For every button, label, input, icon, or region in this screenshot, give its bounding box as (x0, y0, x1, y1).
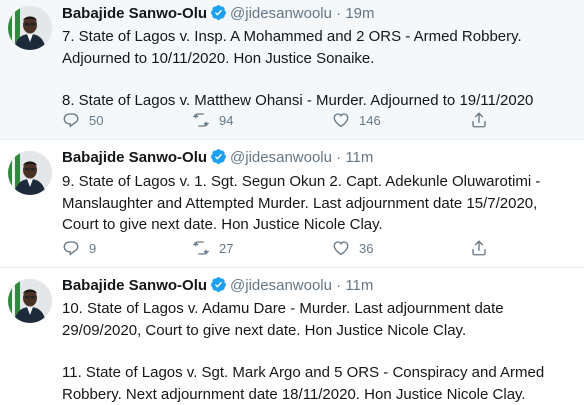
avatar[interactable] (8, 279, 52, 323)
reply-icon (62, 239, 80, 257)
avatar[interactable] (8, 6, 52, 50)
separator-dot: · (336, 5, 341, 22)
tweet-text: 10. State of Lagos v. Adamu Dare - Murde… (62, 298, 567, 405)
retweet-icon (192, 111, 210, 129)
like-count: 36 (359, 241, 373, 256)
retweet-icon (192, 239, 210, 257)
avatar[interactable] (8, 151, 52, 195)
tweet-line: 7. State of Lagos v. Insp. A Mohammed an… (62, 26, 567, 48)
retweet-button[interactable]: 27 (192, 238, 233, 258)
verified-badge-icon (210, 148, 227, 171)
tweet-time[interactable]: 11m (345, 277, 373, 294)
author-handle[interactable]: @jidesanwoolu (230, 277, 332, 294)
reply-count: 9 (89, 241, 96, 256)
tweet-time[interactable]: 19m (345, 5, 374, 22)
like-icon (332, 239, 350, 257)
retweet-button[interactable]: 94 (192, 110, 233, 130)
tweet-text: 7. State of Lagos v. Insp. A Mohammed an… (62, 26, 567, 112)
author-name[interactable]: Babajide Sanwo-Olu (62, 149, 207, 166)
share-button[interactable] (470, 238, 488, 258)
tweet-line: 8. State of Lagos v. Matthew Ohansi - Mu… (62, 90, 567, 112)
tweet-time[interactable]: 11m (345, 149, 373, 166)
retweet-count: 94 (219, 113, 233, 128)
paragraph-gap (62, 69, 567, 90)
separator-dot: · (336, 149, 341, 166)
share-button[interactable] (470, 110, 488, 130)
verified-badge-icon (210, 4, 227, 27)
tweet-header: Babajide Sanwo-Olu @jidesanwoolu · 19m (62, 4, 375, 24)
like-button[interactable]: 36 (332, 238, 373, 258)
reply-count: 50 (89, 113, 103, 128)
tweet-line: Court to give next date. Hon Justice Nic… (62, 214, 567, 236)
tweet-actions: 9 27 36 (62, 238, 502, 258)
tweet-line: Adjourned to 10/11/2020. Hon Justice Son… (62, 48, 567, 70)
share-icon (470, 111, 488, 129)
paragraph-gap (62, 341, 567, 362)
tweet-header: Babajide Sanwo-Olu @jidesanwoolu · 11m (62, 148, 373, 168)
author-name[interactable]: Babajide Sanwo-Olu (62, 277, 207, 294)
tweet-actions: 50 94 146 (62, 110, 502, 130)
reply-button[interactable]: 9 (62, 238, 96, 258)
like-button[interactable]: 146 (332, 110, 381, 130)
tweet-line: Robbery. Next adjournment date 18/11/202… (62, 384, 567, 405)
separator-dot: · (336, 277, 341, 294)
reply-icon (62, 111, 80, 129)
author-handle[interactable]: @jidesanwoolu (230, 5, 332, 22)
tweet-text: 9. State of Lagos v. 1. Sgt. Segun Okun … (62, 171, 567, 236)
author-handle[interactable]: @jidesanwoolu (230, 149, 332, 166)
share-icon (470, 239, 488, 257)
tweet-line: 11. State of Lagos v. Sgt. Mark Argo and… (62, 362, 567, 384)
tweet-header: Babajide Sanwo-Olu @jidesanwoolu · 11m (62, 276, 373, 296)
verified-badge-icon (210, 276, 227, 299)
author-name[interactable]: Babajide Sanwo-Olu (62, 5, 207, 22)
tweet-line: 10. State of Lagos v. Adamu Dare - Murde… (62, 298, 567, 320)
tweet-line: 9. State of Lagos v. 1. Sgt. Segun Okun … (62, 171, 567, 193)
tweet-line: Manslaughter and Attempted Murder. Last … (62, 193, 567, 215)
reply-button[interactable]: 50 (62, 110, 103, 130)
tweet-line: 29/09/2020, Court to give next date. Hon… (62, 320, 567, 342)
like-icon (332, 111, 350, 129)
like-count: 146 (359, 113, 381, 128)
retweet-count: 27 (219, 241, 233, 256)
